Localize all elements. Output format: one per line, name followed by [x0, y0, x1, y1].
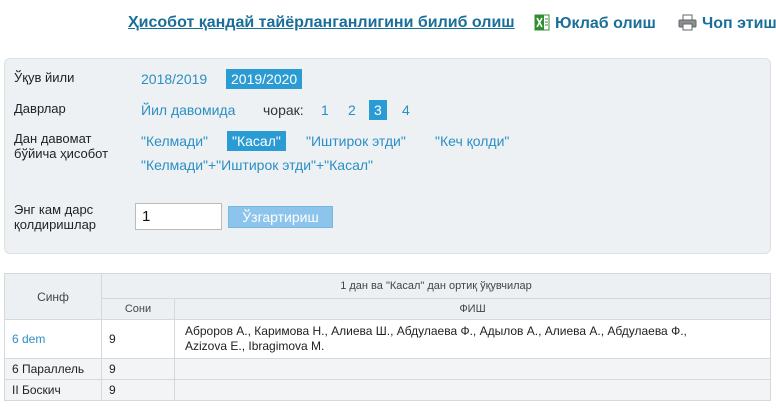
report-help-link[interactable]: Ҳисобот қандай тайёрланганлигини билиб о…	[128, 14, 515, 32]
quarter-1[interactable]: 1	[321, 100, 329, 120]
table-row: 6 dem 9 Аброров А., Каримова Н., Алиева …	[4, 319, 771, 359]
print-link[interactable]: Чоп этиш	[678, 14, 776, 36]
column-header-names: ФИШ	[174, 298, 771, 320]
class-link[interactable]: 6 dem	[12, 332, 45, 346]
min-missed-label-line1: Энг кам дарс	[14, 202, 94, 217]
type-sick-selected[interactable]: "Касал"	[227, 131, 286, 151]
apply-button[interactable]: Ўзгартириш	[228, 206, 333, 228]
type-absent[interactable]: "Келмади"	[141, 131, 208, 151]
download-link[interactable]: Юклаб олиш	[534, 14, 656, 36]
min-missed-label-line2: қолдиришлар	[14, 217, 97, 232]
min-missed-input[interactable]	[135, 203, 222, 230]
printer-icon	[678, 14, 697, 36]
quarter-4[interactable]: 4	[402, 100, 410, 120]
results-table: Синф 1 дан ва "Касал" дан ортиқ ўқувчила…	[4, 273, 771, 401]
column-header-class: Синф	[4, 273, 102, 320]
download-label: Юклаб олиш	[555, 15, 656, 32]
quarter-label: чорак:	[263, 102, 304, 118]
table-row: 6 Параллель 9	[4, 358, 771, 380]
column-header-count: Сони	[101, 298, 175, 320]
period-label: Даврлар	[14, 101, 66, 116]
period-whole-year[interactable]: Йил давомида	[141, 100, 235, 120]
report-type-label: Дан давомат бўйича ҳисобот	[14, 131, 108, 161]
excel-icon	[534, 14, 550, 36]
quarter-2[interactable]: 2	[348, 100, 356, 120]
group-header: 1 дан ва "Касал" дан ортиқ ўқувчилар	[101, 273, 771, 299]
print-label: Чоп этиш	[702, 15, 776, 32]
names-cell: Аброров А., Каримова Н., Алиева Ш., Абду…	[174, 319, 771, 359]
class-cell: II Боскич	[4, 379, 102, 401]
type-combined[interactable]: "Келмади"+"Иштирок этди"+"Касал"	[141, 155, 373, 175]
quarter-3-selected[interactable]: 3	[369, 100, 387, 120]
table-row: II Боскич 9	[4, 379, 771, 401]
count-cell: 9	[101, 358, 175, 380]
filter-panel: Ўқув йили 2018/2019 2019/2020 Даврлар Йи…	[4, 58, 771, 254]
names-line: Azizova E., Ibragimova M.	[185, 339, 325, 353]
report-type-label-line2: бўйича ҳисобот	[14, 146, 109, 161]
names-line: Аброров А., Каримова Н., Алиева Ш., Абду…	[185, 324, 687, 338]
count-cell: 9	[101, 319, 175, 359]
year-option-2018[interactable]: 2018/2019	[141, 69, 207, 89]
names-cell	[174, 358, 771, 380]
year-option-2019-selected[interactable]: 2019/2020	[226, 69, 303, 89]
report-type-label-line1: Дан давомат	[14, 131, 92, 146]
class-cell: 6 Параллель	[4, 358, 102, 380]
year-label: Ўқув йили	[14, 70, 75, 85]
min-missed-label: Энг кам дарс қолдиришлар	[14, 202, 96, 232]
names-cell	[174, 379, 771, 401]
type-present[interactable]: "Иштирок этди"	[306, 131, 406, 151]
type-late[interactable]: "Кеч қолди"	[435, 131, 509, 151]
count-cell: 9	[101, 379, 175, 401]
